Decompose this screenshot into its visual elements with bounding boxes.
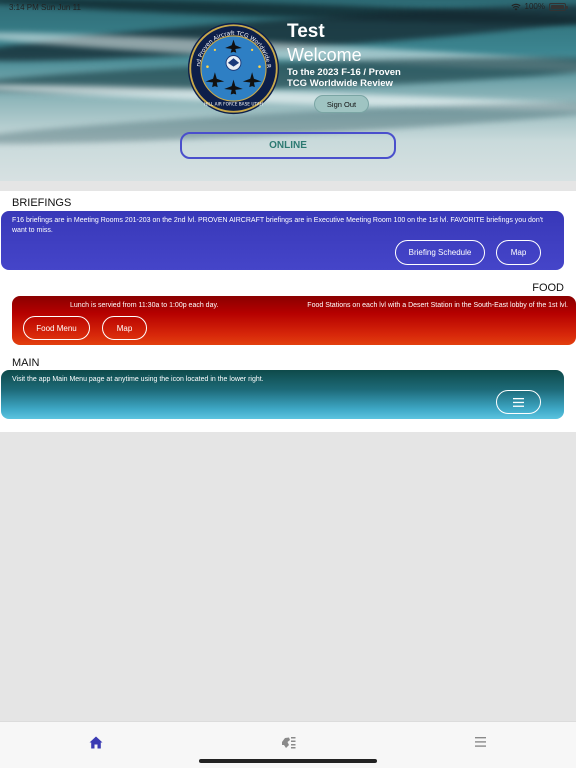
main-text: Visit the app Main Menu page at anytime … xyxy=(12,376,264,383)
food-heading: FOOD xyxy=(532,282,564,294)
hamburger-icon xyxy=(513,397,524,407)
main-card: Visit the app Main Menu page at anytime … xyxy=(1,370,564,419)
status-time-date: 3:14 PM Sun Jun 11 xyxy=(9,3,81,12)
tab-menu[interactable] xyxy=(470,732,490,752)
food-lunch-text: Lunch is servied from 11:30a to 1:00p ea… xyxy=(70,302,219,309)
briefings-heading: BRIEFINGS xyxy=(12,197,72,209)
tab-home[interactable] xyxy=(86,732,106,752)
battery-icon xyxy=(549,2,568,11)
status-bar: 3:14 PM Sun Jun 11 100% xyxy=(0,0,576,14)
home-indicator[interactable] xyxy=(199,759,377,763)
briefings-map-button[interactable]: Map xyxy=(496,240,541,265)
food-card: Lunch is servied from 11:30a to 1:00p ea… xyxy=(12,296,576,345)
menu-icon xyxy=(474,737,486,747)
main-menu-button[interactable] xyxy=(496,390,541,414)
briefings-text: F16 briefings are in Meeting Rooms 201-2… xyxy=(12,217,544,234)
online-status-button[interactable]: ONLINE xyxy=(180,132,396,159)
briefings-card: F16 briefings are in Meeting Rooms 201-2… xyxy=(1,211,564,270)
main-heading: MAIN xyxy=(12,357,40,369)
review-seal-logo: F-16 and Proven Aircraft TCG Worldwide R… xyxy=(187,22,280,115)
tab-briefings[interactable] xyxy=(278,732,298,752)
briefing-schedule-button[interactable]: Briefing Schedule xyxy=(395,240,485,265)
hero-banner: F-16 and Proven Aircraft TCG Worldwide R… xyxy=(0,0,576,181)
briefings-icon xyxy=(281,736,295,748)
sign-out-button[interactable]: Sign Out xyxy=(314,95,369,113)
home-icon xyxy=(89,736,103,748)
svg-text:HILL AIR FORCE BASE UTAH: HILL AIR FORCE BASE UTAH xyxy=(204,102,263,108)
food-stations-text: Food Stations on each lvl with a Desert … xyxy=(307,302,568,309)
hero-title: Test xyxy=(287,21,325,42)
food-map-button[interactable]: Map xyxy=(102,316,147,340)
hero-welcome: Welcome xyxy=(287,45,362,65)
food-menu-button[interactable]: Food Menu xyxy=(23,316,90,340)
wifi-icon xyxy=(510,3,521,10)
hero-subtitle: To the 2023 F-16 / Proven TCG Worldwide … xyxy=(287,67,401,89)
content-panel: BRIEFINGS F16 briefings are in Meeting R… xyxy=(0,191,576,432)
battery-percent: 100% xyxy=(524,2,545,11)
